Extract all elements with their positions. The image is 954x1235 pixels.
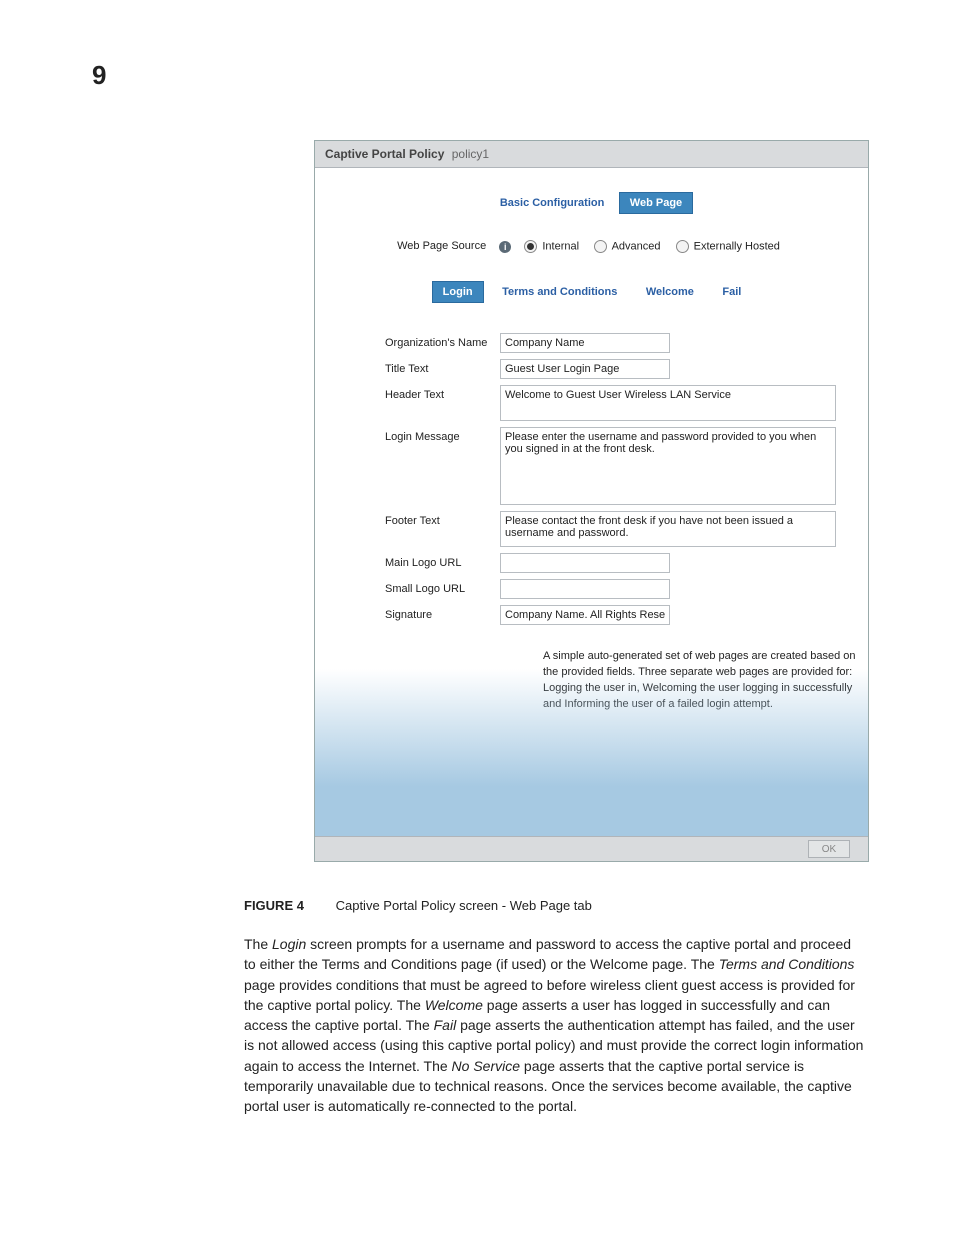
description-text: A simple auto-generated set of web pages… bbox=[385, 649, 856, 713]
label-main-logo-url: Main Logo URL bbox=[385, 553, 500, 569]
figure-caption: FIGURE 4 Captive Portal Policy screen - … bbox=[244, 898, 592, 913]
input-signature[interactable] bbox=[500, 605, 670, 625]
tab-basic-configuration[interactable]: Basic Configuration bbox=[490, 193, 615, 213]
source-label: Web Page Source bbox=[397, 240, 486, 252]
radio-advanced-label: Advanced bbox=[612, 240, 661, 252]
input-small-logo-url[interactable] bbox=[500, 579, 670, 599]
label-footer-text: Footer Text bbox=[385, 511, 500, 527]
screenshot-panel: Captive Portal Policy policy1 Basic Conf… bbox=[314, 140, 869, 862]
title-bar: Captive Portal Policy policy1 bbox=[315, 141, 868, 168]
label-signature: Signature bbox=[385, 605, 500, 621]
sub-tab-row: Login Terms and Conditions Welcome Fail bbox=[315, 281, 868, 303]
subtab-login[interactable]: Login bbox=[432, 281, 484, 303]
radio-dot-icon bbox=[524, 240, 537, 253]
para-t1: The bbox=[244, 936, 272, 952]
label-header-text: Header Text bbox=[385, 385, 500, 401]
figure-label: FIGURE 4 bbox=[244, 898, 304, 913]
subtab-terms[interactable]: Terms and Conditions bbox=[492, 282, 627, 302]
info-icon[interactable]: i bbox=[499, 241, 511, 253]
bottom-bar: OK bbox=[315, 836, 868, 861]
radio-dot-icon bbox=[676, 240, 689, 253]
para-terms: Terms and Conditions bbox=[719, 956, 855, 972]
para-fail: Fail bbox=[434, 1017, 457, 1033]
radio-externally-hosted[interactable]: Externally Hosted bbox=[676, 240, 780, 253]
title-bar-label: Captive Portal Policy bbox=[325, 147, 444, 161]
subtab-welcome[interactable]: Welcome bbox=[636, 282, 704, 302]
input-footer-text[interactable]: Please contact the front desk if you hav… bbox=[500, 511, 836, 547]
input-header-text[interactable]: Welcome to Guest User Wireless LAN Servi… bbox=[500, 385, 836, 421]
radio-internal-label: Internal bbox=[542, 240, 579, 252]
label-small-logo-url: Small Logo URL bbox=[385, 579, 500, 595]
radio-advanced[interactable]: Advanced bbox=[594, 240, 660, 253]
input-main-logo-url[interactable] bbox=[500, 553, 670, 573]
label-title-text: Title Text bbox=[385, 359, 500, 375]
para-welcome: Welcome bbox=[425, 997, 483, 1013]
tab-web-page[interactable]: Web Page bbox=[619, 192, 693, 214]
para-noservice: No Service bbox=[452, 1058, 520, 1074]
figure-title: Captive Portal Policy screen - Web Page … bbox=[336, 898, 592, 913]
label-org-name: Organization's Name bbox=[385, 333, 500, 349]
form-area: Organization's Name Title Text Header Te… bbox=[315, 333, 868, 713]
page-number: 9 bbox=[92, 60, 106, 91]
title-bar-policy: policy1 bbox=[452, 147, 489, 161]
source-radio-row: Web Page Source i Internal Advanced Exte… bbox=[315, 240, 868, 253]
radio-internal[interactable]: Internal bbox=[524, 240, 579, 253]
ok-button[interactable]: OK bbox=[808, 840, 850, 858]
radio-external-label: Externally Hosted bbox=[694, 240, 780, 252]
body-paragraph: The Login screen prompts for a username … bbox=[244, 934, 866, 1117]
input-title-text[interactable] bbox=[500, 359, 670, 379]
radio-dot-icon bbox=[594, 240, 607, 253]
para-login: Login bbox=[272, 936, 306, 952]
input-org-name[interactable] bbox=[500, 333, 670, 353]
input-login-message[interactable]: Please enter the username and password p… bbox=[500, 427, 836, 505]
label-login-message: Login Message bbox=[385, 427, 500, 443]
subtab-fail[interactable]: Fail bbox=[712, 282, 751, 302]
top-tab-row: Basic Configuration Web Page bbox=[315, 192, 868, 214]
